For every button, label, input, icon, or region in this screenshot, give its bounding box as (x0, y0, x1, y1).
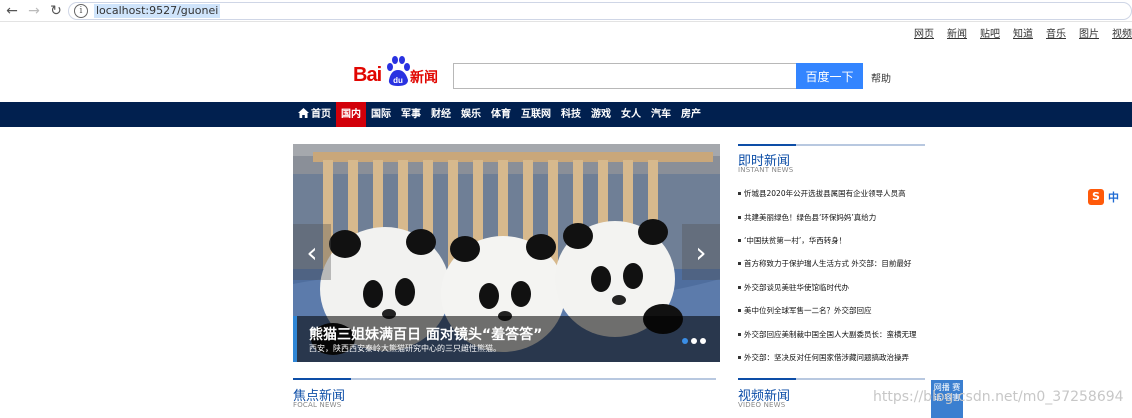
top-link-news[interactable]: 新闻 (947, 25, 967, 40)
nav-item-sports[interactable]: 体育 (486, 102, 516, 127)
url-text[interactable]: localhost:9527/guonei (94, 4, 221, 18)
nav-home[interactable]: 首页 (293, 102, 336, 127)
nav-item-games[interactable]: 游戏 (586, 102, 616, 127)
top-links: 网页 新闻 贴吧 知道 音乐 图片 视频 (901, 25, 1132, 40)
list-item[interactable]: 首方称致力于保护瑞人生活方式 外交部：目前最好 (738, 252, 926, 275)
bullet-icon (738, 285, 741, 289)
bullet-icon (738, 215, 741, 219)
bullet-icon (738, 192, 741, 196)
video-news-rule (738, 378, 925, 380)
nav-home-label: 首页 (311, 109, 331, 120)
slider-caption-title[interactable]: 熊猫三姐妹满百日 面对镜头“羞答答” (309, 324, 542, 344)
logo-du-text: du (393, 76, 403, 85)
bullet-icon (738, 332, 741, 336)
search-button[interactable]: 百度一下 (796, 63, 863, 89)
list-item[interactable]: 共建美丽绿色！绿色县‘环保妈妈’真给力 (738, 205, 926, 228)
top-link-video[interactable]: 视频 (1112, 25, 1132, 40)
ime-mode-label: 中 (1108, 191, 1119, 204)
slider-dots (679, 338, 706, 344)
instant-news-rule (738, 144, 925, 146)
list-item[interactable]: 外交部回应美制裁中国全国人大副委员长：蛮横无理 (738, 322, 926, 345)
slider-dot-3[interactable] (700, 338, 706, 344)
focal-news-subtitle: FOCAL NEWS (293, 401, 342, 409)
headline-slider[interactable]: ‹ › 熊猫三姐妹满百日 面对镜头“羞答答” 西安，陕西西安秦岭大熊猫研究中心的… (293, 144, 720, 362)
top-link-zhidao[interactable]: 知道 (1013, 25, 1033, 40)
list-item[interactable]: 美中位列全球军售一二名？外交部回应 (738, 299, 926, 322)
top-link-music[interactable]: 音乐 (1046, 25, 1066, 40)
nav-item-entertainment[interactable]: 娱乐 (456, 102, 486, 127)
nav-item-finance[interactable]: 财经 (426, 102, 456, 127)
nav-item-internet[interactable]: 互联网 (516, 102, 556, 127)
home-icon (298, 108, 309, 118)
list-item[interactable]: 忻城县2020年公开选拔县属国有企业领导人员高 (738, 182, 926, 205)
paw-icon: du (387, 56, 410, 86)
category-nav: 首页 国内 国际 军事 财经 娱乐 体育 互联网 科技 游戏 女人 汽车 房产 (0, 102, 1132, 127)
ime-widget[interactable]: S 中 (1088, 188, 1132, 206)
reload-button[interactable]: ↻ (46, 1, 66, 21)
slider-dot-1[interactable] (682, 338, 688, 344)
nav-item-auto[interactable]: 汽车 (646, 102, 676, 127)
bullet-icon (738, 355, 741, 359)
address-bar[interactable]: i localhost:9527/guonei (68, 2, 1132, 20)
slider-caption: 熊猫三姐妹满百日 面对镜头“羞答答” 西安，陕西西安秦岭大熊猫研究中心的三只雌性… (293, 316, 720, 362)
search-input[interactable] (453, 63, 797, 89)
sogou-ime-icon: S (1088, 189, 1104, 205)
instant-news-subtitle: INSTANT NEWS (738, 166, 794, 174)
slider-caption-subtitle: 西安，陕西西安秦岭大熊猫研究中心的三只雌性熊猫。 (309, 344, 501, 353)
nav-item-domestic[interactable]: 国内 (336, 102, 366, 127)
nav-item-house[interactable]: 房产 (676, 102, 706, 127)
logo-news-text: 新闻 (410, 70, 438, 86)
back-button[interactable]: ← (2, 1, 22, 21)
nav-item-women[interactable]: 女人 (616, 102, 646, 127)
nav-item-military[interactable]: 军事 (396, 102, 426, 127)
info-icon[interactable]: i (74, 4, 88, 18)
list-item[interactable]: 外交部谈见美驻华使馆临时代办 (738, 276, 926, 299)
watermark-text: https://blog.csdn.net/m0_37258694 (873, 389, 1124, 405)
bullet-icon (738, 238, 741, 242)
nav-item-tech[interactable]: 科技 (556, 102, 586, 127)
list-item[interactable]: ‘中国扶贫第一村’，华西转身！ (738, 229, 926, 252)
arrow-right-icon: → (28, 2, 40, 19)
bullet-icon (738, 262, 741, 266)
slider-prev-button[interactable]: ‹ (293, 224, 331, 280)
logo-bai-text: Bai (353, 64, 382, 86)
bullet-icon (738, 309, 741, 313)
slider-dot-2[interactable] (691, 338, 697, 344)
browser-toolbar: ← → ↻ i localhost:9527/guonei (0, 0, 1132, 22)
baidu-news-logo[interactable]: Bai du 新闻 (353, 56, 441, 88)
instant-news-list: 忻城县2020年公开选拔县属国有企业领导人员高 共建美丽绿色！绿色县‘环保妈妈’… (738, 182, 926, 369)
forward-button[interactable]: → (24, 1, 44, 21)
top-link-images[interactable]: 图片 (1079, 25, 1099, 40)
top-link-web[interactable]: 网页 (914, 25, 934, 40)
focal-news-rule (293, 378, 716, 380)
slider-next-button[interactable]: › (682, 224, 720, 280)
nav-item-international[interactable]: 国际 (366, 102, 396, 127)
top-link-tieba[interactable]: 贴吧 (980, 25, 1000, 40)
arrow-left-icon: ← (6, 2, 18, 19)
reload-icon: ↻ (50, 2, 62, 19)
video-news-subtitle: VIDEO NEWS (738, 401, 786, 409)
list-item[interactable]: 外交部：坚决反对任何国家借涉藏问题搞政治操弄 (738, 346, 926, 369)
help-link[interactable]: 帮助 (871, 70, 891, 85)
